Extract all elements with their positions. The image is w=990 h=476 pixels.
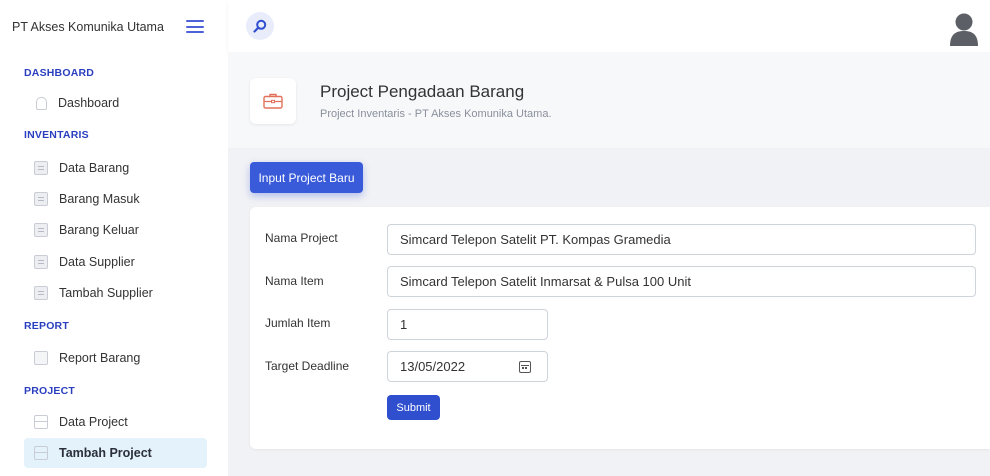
label-nama-item: Nama Item xyxy=(265,274,324,288)
label-target-deadline: Target Deadline xyxy=(265,359,350,373)
calendar-icon[interactable] xyxy=(519,361,531,373)
sidebar-item-barang-keluar[interactable]: Barang Keluar xyxy=(24,215,207,245)
search-icon xyxy=(253,19,267,33)
jumlah-item-input[interactable]: 1 xyxy=(387,309,548,340)
target-deadline-input[interactable]: 13/05/2022 xyxy=(387,351,548,382)
sidebar-item-label: Barang Keluar xyxy=(59,223,139,237)
topbar xyxy=(228,0,990,52)
section-inventaris: INVENTARIS xyxy=(24,129,89,141)
target-deadline-value: 13/05/2022 xyxy=(400,359,466,374)
sidebar-item-data-supplier[interactable]: Data Supplier xyxy=(24,247,207,277)
nama-item-value: Simcard Telepon Satelit Inmarsat & Pulsa… xyxy=(400,274,691,289)
label-jumlah-item: Jumlah Item xyxy=(265,316,331,330)
document-icon xyxy=(34,223,48,237)
jumlah-item-value: 1 xyxy=(400,317,408,332)
sidebar-item-tambah-project[interactable]: Tambah Project xyxy=(24,438,207,468)
sidebar-item-data-project[interactable]: Data Project xyxy=(24,407,207,437)
sidebar-item-dashboard[interactable]: Dashboard xyxy=(24,88,207,118)
briefcase-icon xyxy=(263,93,283,109)
section-dashboard: DASHBOARD xyxy=(24,67,95,79)
nama-item-input[interactable]: Simcard Telepon Satelit Inmarsat & Pulsa… xyxy=(387,266,976,297)
header-icon-box xyxy=(250,78,296,124)
page-subtitle: Project Inventaris - PT Akses Komunika U… xyxy=(320,108,552,120)
sidebar-item-label: Tambah Supplier xyxy=(59,286,153,300)
sidebar-item-barang-masuk[interactable]: Barang Masuk xyxy=(24,184,207,214)
bell-icon xyxy=(36,96,47,110)
section-report: REPORT xyxy=(24,320,69,332)
page-title: Project Pengadaan Barang xyxy=(320,82,525,101)
document-icon xyxy=(34,161,48,175)
section-project: PROJECT xyxy=(24,385,75,397)
nama-project-value: Simcard Telepon Satelit PT. Kompas Grame… xyxy=(400,232,671,247)
sidebar-item-label: Data Project xyxy=(59,415,128,429)
label-nama-project: Nama Project xyxy=(265,231,338,245)
sidebar-item-data-barang[interactable]: Data Barang xyxy=(24,153,207,183)
document-icon xyxy=(34,286,48,300)
sidebar: PT Akses Komunika Utama DASHBOARD Dashbo… xyxy=(0,0,228,476)
hamburger-icon[interactable] xyxy=(186,20,204,33)
page-header: Project Pengadaan Barang Project Inventa… xyxy=(228,52,990,148)
sidebar-item-report-barang[interactable]: Report Barang xyxy=(24,343,207,373)
nama-project-input[interactable]: Simcard Telepon Satelit PT. Kompas Grame… xyxy=(387,224,976,255)
search-button[interactable] xyxy=(246,12,274,40)
sidebar-item-label: Barang Masuk xyxy=(59,192,140,206)
sidebar-item-label: Dashboard xyxy=(58,96,120,110)
sidebar-item-tambah-supplier[interactable]: Tambah Supplier xyxy=(24,278,207,308)
sidebar-item-label: Data Barang xyxy=(59,161,130,175)
input-project-baru-button[interactable]: Input Project Baru xyxy=(250,162,363,193)
user-avatar-icon[interactable] xyxy=(946,10,982,46)
sidebar-item-label: Tambah Project xyxy=(59,446,152,460)
document-icon xyxy=(34,192,48,206)
submit-button[interactable]: Submit xyxy=(387,395,440,420)
document-icon xyxy=(34,255,48,269)
report-icon xyxy=(34,351,48,365)
sidebar-item-label: Report Barang xyxy=(59,351,141,365)
briefcase-icon xyxy=(34,415,48,429)
briefcase-icon xyxy=(34,446,48,460)
sidebar-item-label: Data Supplier xyxy=(59,255,135,269)
